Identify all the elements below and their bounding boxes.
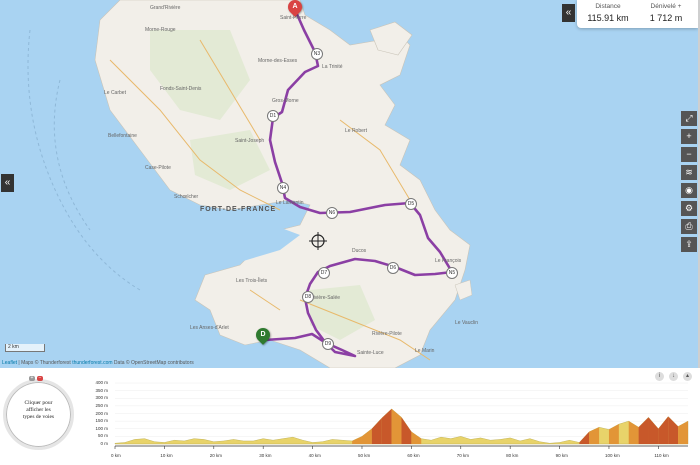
route-number: D7 — [318, 267, 330, 279]
share-icon[interactable]: ⇪ — [681, 237, 697, 252]
town-label: Saint-Joseph — [235, 138, 265, 144]
elevation-value: 1 712 m — [649, 13, 683, 23]
x-tick-label: 20 km — [209, 453, 223, 458]
map-controls: ⤢ + − ≋ ◉ ⚙ ⎙ ⇪ — [681, 111, 697, 255]
town-label: Le Robert — [345, 128, 367, 134]
route-number: D8 — [302, 291, 314, 303]
town-label: Sainte-Luce — [357, 350, 384, 356]
steep-segment — [589, 427, 600, 444]
y-tick-label: 350 m — [95, 387, 108, 393]
capital-label: FORT-DE-FRANCE — [200, 206, 277, 213]
town-label: Grand'Rivière — [150, 5, 181, 11]
route-number: N5 — [446, 267, 458, 279]
route-number: N3 — [311, 48, 323, 60]
locate-icon[interactable]: ◉ — [681, 183, 697, 198]
steep-segment — [678, 421, 688, 444]
town-label: Les Trois-Îlets — [236, 278, 268, 284]
route-number: D9 — [322, 338, 334, 350]
steep-segment — [658, 416, 669, 444]
collapse-stats-button[interactable]: « — [562, 4, 575, 22]
y-tick-label: 100 m — [95, 425, 108, 431]
expand-sidebar-button[interactable]: « — [1, 174, 14, 192]
fullscreen-icon[interactable]: ⤢ — [681, 111, 697, 126]
zoom-out-icon[interactable]: − — [681, 147, 697, 162]
town-label: Gros-Morne — [272, 98, 299, 104]
route-number: D6 — [387, 262, 399, 274]
steep-segment — [361, 428, 372, 444]
route-stats-panel: Distance 115.91 km Dénivelé + 1 712 m — [577, 0, 698, 28]
elevation-label: Dénivelé + — [650, 3, 682, 10]
town-label: Le François — [435, 258, 462, 264]
x-tick-label: 110 km — [654, 453, 669, 458]
steep-segment — [668, 416, 679, 444]
start-marker-label: A — [292, 3, 298, 10]
town-label: Le Lamentin — [276, 200, 304, 206]
end-marker-label: D — [260, 331, 266, 338]
y-tick-label: 200 m — [95, 410, 108, 416]
steep-segment — [628, 421, 639, 444]
x-tick-label: 0 km — [111, 453, 121, 458]
x-tick-label: 60 km — [407, 453, 420, 458]
steep-segment — [608, 424, 619, 444]
steep-segment — [411, 431, 422, 444]
y-tick-label: 300 m — [95, 395, 108, 401]
x-tick-label: 90 km — [555, 453, 568, 458]
data-credit: Data © OpenStreetMap contributors — [113, 360, 194, 366]
x-tick-label: 30 km — [259, 453, 272, 458]
y-tick-label: 0 m — [100, 441, 108, 446]
town-label: Morne-des-Esses — [258, 58, 298, 64]
town-label: Schœlcher — [174, 194, 199, 200]
steep-segment — [371, 418, 382, 444]
route-number: N6 — [326, 207, 338, 219]
attribution: Leaflet | Maps © Thunderforest thunderfo… — [2, 360, 194, 366]
layers-icon[interactable]: ≋ — [681, 165, 697, 180]
zoom-in-icon[interactable]: + — [681, 129, 697, 144]
route-number: D1 — [267, 110, 279, 122]
town-label: La Trinité — [322, 64, 343, 70]
y-tick-label: 400 m — [95, 380, 108, 385]
town-label: Les Anses-d'Arlet — [190, 325, 229, 331]
elevation-panel: + − Cliquer pour afficher les types de v… — [0, 370, 700, 465]
steep-segment — [579, 431, 590, 444]
town-label: Le Carbet — [104, 90, 126, 96]
town-label: Le Vauclin — [455, 320, 478, 326]
x-tick-label: 70 km — [456, 453, 470, 458]
x-tick-label: 50 km — [357, 453, 371, 458]
map-canvas — [27, 0, 473, 368]
leaflet-link[interactable]: Leaflet — [2, 360, 17, 366]
x-tick-label: 80 km — [506, 453, 519, 458]
steep-segment — [391, 408, 402, 444]
town-label: Bellefontaine — [108, 133, 137, 139]
steep-segment — [381, 408, 392, 444]
town-label: Rivière-Pilote — [372, 331, 402, 337]
end-marker[interactable]: D — [253, 325, 273, 345]
town-label: Le Marin — [415, 348, 435, 354]
distance-stat: Distance 115.91 km — [579, 3, 637, 23]
elevation-stat: Dénivelé + 1 712 m — [637, 3, 695, 23]
town-label: Rivière-Salée — [310, 295, 341, 301]
distance-label: Distance — [595, 3, 621, 10]
x-tick-label: 100 km — [604, 453, 620, 458]
print-icon[interactable]: ⎙ — [681, 219, 697, 234]
y-tick-label: 150 m — [95, 418, 108, 424]
x-tick-label: 40 km — [308, 453, 321, 458]
town-label: Case-Pilote — [145, 165, 171, 171]
y-tick-label: 50 m — [97, 433, 108, 439]
town-label: Fonds-Saint-Denis — [160, 86, 202, 92]
map[interactable]: FORT-DE-FRANCE Saint-Pierre Le Carbet Mo… — [0, 0, 700, 368]
distance-value: 115.91 km — [587, 13, 629, 23]
maps-credit: | Maps © Thunderforest — [18, 360, 71, 366]
route-number: N4 — [277, 182, 289, 194]
x-tick-label: 10 km — [160, 453, 173, 458]
town-label: Ducos — [352, 248, 367, 254]
scale-bar: 2 km — [5, 344, 45, 352]
settings-icon[interactable]: ⚙ — [681, 201, 697, 216]
y-tick-label: 250 m — [95, 402, 108, 408]
route-number: D5 — [405, 198, 417, 210]
town-label: Morne-Rouge — [145, 27, 176, 33]
thunderforest-link[interactable]: thunderforest.com — [72, 360, 112, 366]
